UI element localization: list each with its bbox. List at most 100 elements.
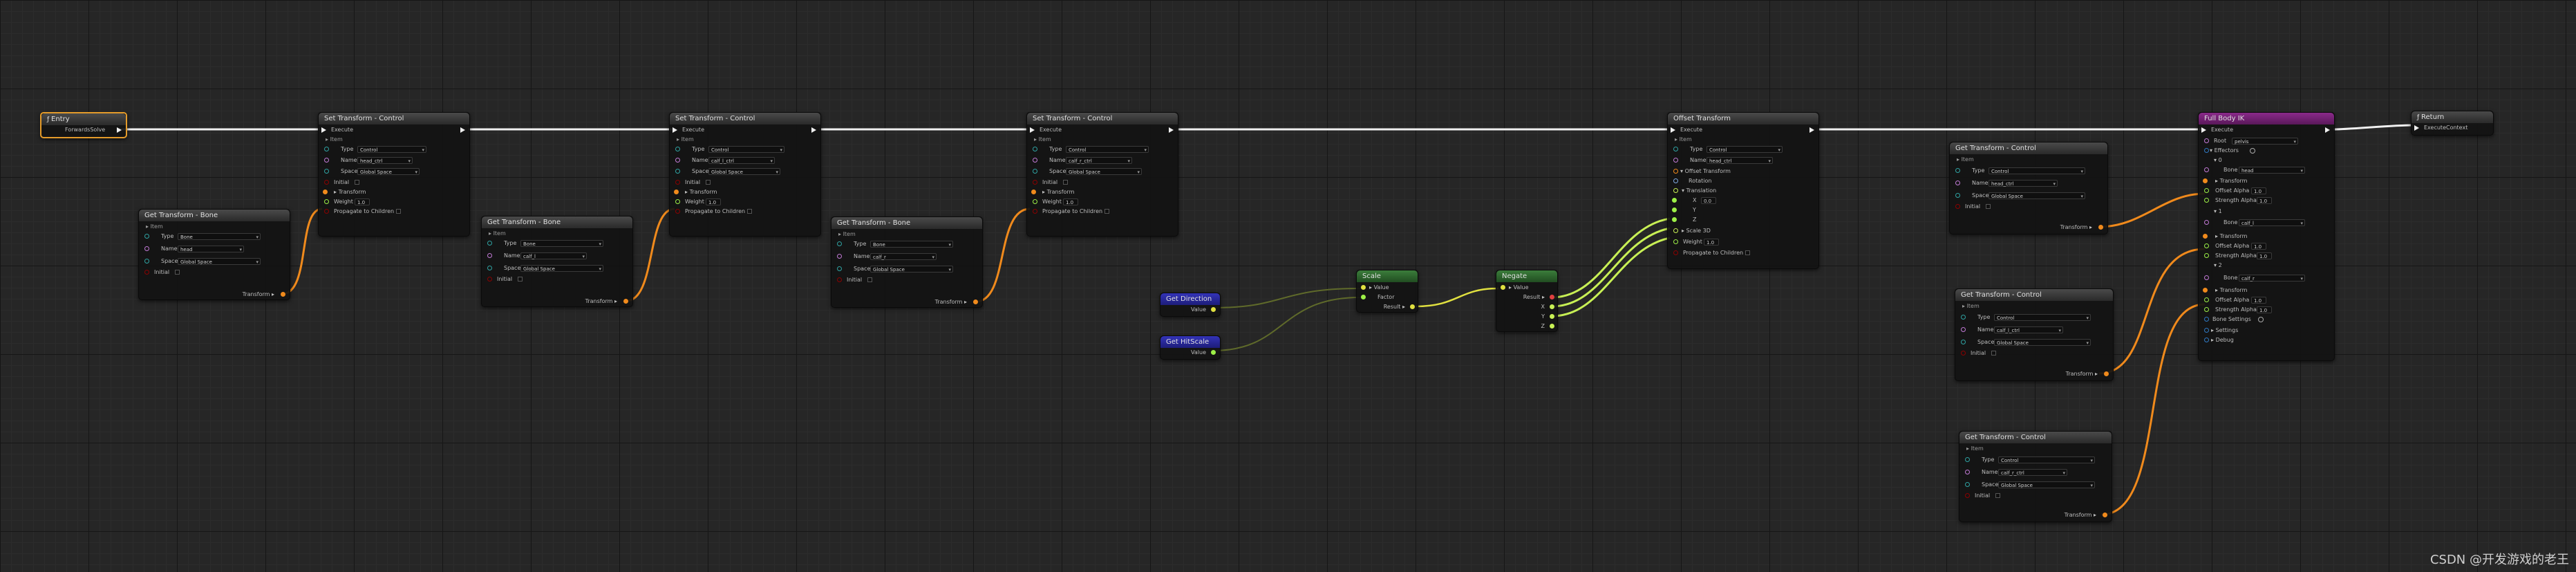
type-pin[interactable] xyxy=(675,147,680,151)
type-dropdown[interactable]: Bone xyxy=(178,233,261,241)
name-dropdown[interactable]: calf_l xyxy=(520,252,587,260)
name-dropdown[interactable]: calf_r_ctrl xyxy=(1998,469,2067,477)
set-transform-control-node-2[interactable]: Set Transform - Control Execute ▸ Item T… xyxy=(669,112,821,237)
settings-pin[interactable] xyxy=(2204,328,2209,333)
initial-checkbox[interactable] xyxy=(1063,180,1068,185)
negate-node[interactable]: Negate ▸ Value Result ▸ X Y Z xyxy=(1496,270,1558,332)
z-out-pin[interactable] xyxy=(1550,324,1554,329)
offset-alpha-input[interactable]: 1.0 xyxy=(2251,187,2266,194)
space-dropdown[interactable]: Global Space xyxy=(1066,168,1142,176)
debug-pin[interactable] xyxy=(2204,338,2209,342)
initial-pin[interactable] xyxy=(1033,180,1037,185)
value-in-pin[interactable] xyxy=(1501,285,1505,290)
type-dropdown[interactable]: Control xyxy=(1994,314,2091,322)
strength-alpha-pin[interactable] xyxy=(2204,253,2209,258)
initial-pin[interactable] xyxy=(1961,351,1966,356)
exec-in-pin[interactable] xyxy=(321,127,326,133)
name-pin[interactable] xyxy=(324,158,329,163)
x-input[interactable]: 0.0 xyxy=(1701,197,1716,204)
exec-out-pin[interactable] xyxy=(2325,127,2330,133)
bone-dropdown[interactable]: calf_r xyxy=(2239,275,2305,282)
transform-in-pin[interactable] xyxy=(1031,190,1036,194)
transform-in-pin[interactable] xyxy=(674,190,679,194)
get-transform-control-node-1[interactable]: Get Transform - Control ▸ Item Type Cont… xyxy=(1949,142,2108,234)
space-pin[interactable] xyxy=(675,169,680,174)
initial-checkbox[interactable] xyxy=(1995,493,2000,498)
initial-checkbox[interactable] xyxy=(175,270,180,275)
name-pin[interactable] xyxy=(675,158,680,163)
get-direction-node[interactable]: Get Direction Value xyxy=(1160,293,1221,317)
bone-settings-pin[interactable] xyxy=(2204,317,2209,322)
value-out-pin[interactable] xyxy=(1211,307,1216,312)
exec-out-pin[interactable] xyxy=(117,127,122,133)
type-pin[interactable] xyxy=(1955,168,1960,173)
value-in-pin[interactable] xyxy=(1361,285,1366,290)
propagate-pin[interactable] xyxy=(675,209,680,214)
y-out-pin[interactable] xyxy=(1550,314,1554,319)
offset-alpha-input[interactable]: 1.0 xyxy=(2251,297,2266,304)
space-dropdown[interactable]: Global Space xyxy=(870,266,953,273)
type-dropdown[interactable]: Control xyxy=(1998,456,2095,464)
initial-pin[interactable] xyxy=(1965,493,1970,498)
name-pin[interactable] xyxy=(1961,327,1966,332)
initial-pin[interactable] xyxy=(837,277,842,282)
name-pin[interactable] xyxy=(144,246,149,251)
translation-x-pin[interactable] xyxy=(1672,198,1677,203)
type-dropdown[interactable]: Bone xyxy=(870,241,953,248)
space-pin[interactable] xyxy=(1961,340,1966,344)
value-out-pin[interactable] xyxy=(1211,350,1216,355)
name-dropdown[interactable]: calf_r_ctrl xyxy=(1066,157,1132,165)
name-dropdown[interactable]: calf_l_ctrl xyxy=(1994,326,2063,334)
get-transform-bone-node-2[interactable]: Get Transform - Bone ▸ Item Type Bone Na… xyxy=(481,216,633,307)
root-pin[interactable] xyxy=(2204,138,2209,143)
exec-in-pin[interactable] xyxy=(2414,125,2419,131)
initial-checkbox[interactable] xyxy=(867,277,872,282)
propagate-pin[interactable] xyxy=(324,209,329,214)
strength-alpha-input[interactable]: 1.0 xyxy=(2257,306,2272,313)
full-body-ik-node[interactable]: Full Body IK Execute Root pelvis ▾ Effec… xyxy=(2198,112,2335,361)
weight-pin[interactable] xyxy=(675,199,680,204)
name-pin[interactable] xyxy=(1965,470,1970,474)
type-pin[interactable] xyxy=(1033,147,1037,151)
transform-in-pin[interactable] xyxy=(2203,234,2208,239)
offset-alpha-input[interactable]: 1.0 xyxy=(2251,243,2266,250)
offset-alpha-pin[interactable] xyxy=(2204,243,2209,248)
get-hitscale-node[interactable]: Get HitScale Value xyxy=(1160,335,1221,360)
type-pin[interactable] xyxy=(1673,147,1678,151)
initial-pin[interactable] xyxy=(487,277,492,282)
name-dropdown[interactable]: head_ctrl xyxy=(1707,157,1773,165)
offset-alpha-pin[interactable] xyxy=(2204,188,2209,193)
initial-pin[interactable] xyxy=(324,180,329,185)
type-pin[interactable] xyxy=(324,147,329,151)
space-pin[interactable] xyxy=(1965,482,1970,487)
type-pin[interactable] xyxy=(1965,457,1970,462)
return-node[interactable]: ƒ Return ExecuteContext xyxy=(2411,111,2494,136)
type-dropdown[interactable]: Control xyxy=(357,146,426,154)
name-dropdown[interactable]: head_ctrl xyxy=(357,157,413,165)
transform-in-pin[interactable] xyxy=(323,190,328,194)
propagate-checkbox[interactable] xyxy=(396,209,401,214)
name-dropdown[interactable]: calf_l_ctrl xyxy=(708,157,775,165)
rotation-pin[interactable] xyxy=(1673,178,1678,183)
weight-input[interactable]: 1.0 xyxy=(355,199,370,205)
weight-pin[interactable] xyxy=(1033,199,1037,204)
bone-dropdown[interactable]: head xyxy=(2239,167,2305,174)
space-dropdown[interactable]: Global Space xyxy=(357,168,420,176)
effectors-pin[interactable] xyxy=(2204,148,2209,153)
space-pin[interactable] xyxy=(324,169,329,174)
transform-out-pin[interactable] xyxy=(2104,371,2109,376)
name-pin[interactable] xyxy=(1033,158,1037,163)
set-transform-control-node-3[interactable]: Set Transform - Control Execute ▸ Item T… xyxy=(1026,112,1178,237)
name-dropdown[interactable]: head_ctrl xyxy=(1989,180,2058,187)
space-dropdown[interactable]: Global Space xyxy=(708,168,780,176)
strength-alpha-input[interactable]: 1.0 xyxy=(2257,197,2272,204)
weight-pin[interactable] xyxy=(324,199,329,204)
transform-out-pin[interactable] xyxy=(623,299,628,304)
transform-out-pin[interactable] xyxy=(281,292,285,297)
type-dropdown[interactable]: Bone xyxy=(520,240,603,248)
transform-out-pin[interactable] xyxy=(2098,225,2103,230)
space-pin[interactable] xyxy=(837,266,842,271)
space-dropdown[interactable]: Global Space xyxy=(1989,192,2085,200)
offset-alpha-pin[interactable] xyxy=(2204,297,2209,302)
propagate-pin[interactable] xyxy=(1033,209,1037,214)
